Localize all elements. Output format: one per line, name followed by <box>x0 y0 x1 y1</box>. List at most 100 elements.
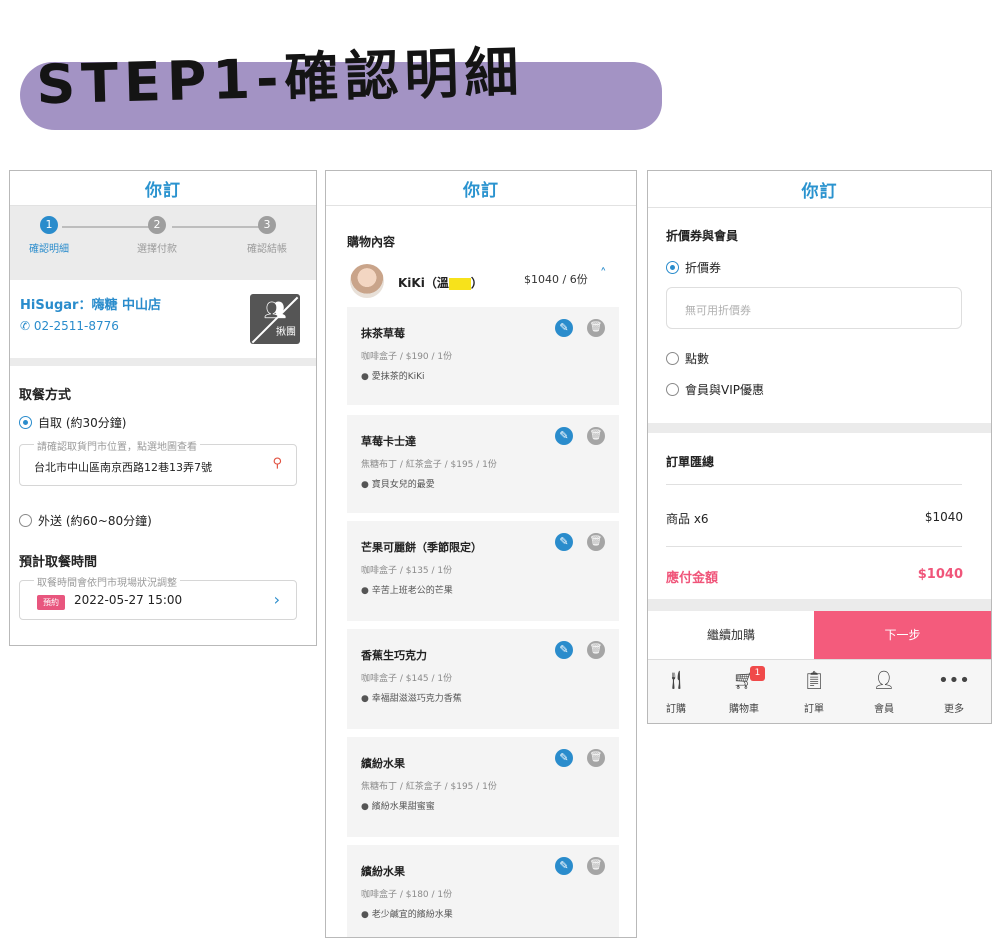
option-coupon-label: 折價券 <box>685 261 722 275</box>
tab-more[interactable]: ••• 更多 <box>924 670 984 715</box>
time-title: 預計取餐時間 <box>19 555 98 570</box>
utensils-icon: 🍴︎ <box>664 670 688 691</box>
store-info: HiSugar：嗨糖 中山店 ✆ 02-2511-8776 👥︎ 揪團 <box>10 280 316 358</box>
item-note: ● 辛苦上班老公的芒果 <box>361 586 453 596</box>
divider <box>666 484 962 485</box>
store-phone: 02-2511-8776 <box>33 319 119 333</box>
item-note: ● 幸福甜滋滋巧克力香蕉 <box>361 694 462 704</box>
avatar <box>350 264 384 298</box>
tab-more-label: 更多 <box>944 704 964 715</box>
more-icon: ••• <box>938 670 970 691</box>
option-vip[interactable]: 會員與VIP優惠 <box>666 381 764 398</box>
item-note-text: 幸福甜滋滋巧克力香蕉 <box>371 694 462 704</box>
chevron-right-icon: › <box>273 590 280 609</box>
phone-confirm-details: 你訂 1 確認明細 2 選擇付款 3 確認結帳 HiSugar：嗨糖 中山店 ✆… <box>9 170 317 646</box>
step-2-number: 2 <box>148 216 166 234</box>
coupon-input[interactable]: 無可用折價券 <box>666 287 962 329</box>
trash-icon[interactable]: 🗑︎ <box>587 857 605 875</box>
pencil-icon[interactable]: ✎ <box>555 641 573 659</box>
step-1: 1 確認明細 <box>14 216 84 255</box>
pencil-icon[interactable]: ✎ <box>555 427 573 445</box>
tab-order[interactable]: 🍴︎ 訂購 <box>648 670 706 715</box>
item-name: 抹茶草莓 <box>361 327 405 340</box>
divider <box>648 599 991 611</box>
step-3-label: 確認結帳 <box>247 244 287 255</box>
step-indicator: 1 確認明細 2 選擇付款 3 確認結帳 <box>10 206 316 280</box>
cart-user-name: KiKi（溫 <box>398 276 449 290</box>
pencil-icon[interactable]: ✎ <box>555 749 573 767</box>
address-value: 台北市中山區南京西路12巷13弄7號 <box>34 461 212 474</box>
item-note-text: 繽紛水果甜蜜蜜 <box>371 802 435 812</box>
clipboard-icon: 📋︎ <box>802 670 826 691</box>
item-desc: 焦糖布丁 / 紅茶盒子 / $195 / 1份 <box>361 782 497 792</box>
next-step-button[interactable]: 下一步 <box>814 611 991 659</box>
app-header: 你訂 <box>326 171 636 206</box>
item-note: ● 愛抹茶的KiKi <box>361 372 425 382</box>
option-vip-label: 會員與VIP優惠 <box>685 383 764 397</box>
item-desc: 咖啡盒子 / $190 / 1份 <box>361 352 453 362</box>
radio-unselected-icon[interactable] <box>19 514 32 527</box>
item-desc: 咖啡盒子 / $135 / 1份 <box>361 566 453 576</box>
app-header: 你訂 <box>648 171 991 208</box>
option-self-pickup-label: 自取 (約30分鐘) <box>38 416 127 430</box>
pickup-section: 取餐方式 自取 (約30分鐘) 請確認取貨門市位置，點選地圖查看 台北市中山區南… <box>10 366 316 645</box>
divider <box>648 423 991 433</box>
item-name: 繽紛水果 <box>361 865 405 878</box>
tab-member[interactable]: 👤︎ 會員 <box>854 670 914 715</box>
items-count: 商品 x6 <box>666 512 709 526</box>
coupon-title: 折價券與會員 <box>666 229 739 243</box>
pickup-time-field[interactable]: 取餐時間會依門市現場狀況調整 預約 2022-05-27 15:00 › <box>19 574 297 620</box>
pickup-time-value: 2022-05-27 15:00 <box>74 593 183 607</box>
pencil-icon[interactable]: ✎ <box>555 533 573 551</box>
pencil-icon[interactable]: ✎ <box>555 319 573 337</box>
radio-unselected-icon[interactable] <box>666 383 679 396</box>
brand-logo: 你訂 <box>145 180 181 201</box>
option-coupon[interactable]: 折價券 <box>666 259 721 276</box>
trash-icon[interactable]: 🗑︎ <box>587 319 605 337</box>
user-icon: 👤︎ <box>872 670 896 691</box>
step-1-label: 確認明細 <box>29 244 69 255</box>
option-points[interactable]: 點數 <box>666 350 709 367</box>
brand-logo: 你訂 <box>463 180 499 201</box>
pencil-icon[interactable]: ✎ <box>555 857 573 875</box>
divider <box>666 546 962 547</box>
total-label: 應付金額 <box>666 571 719 586</box>
pickup-title: 取餐方式 <box>19 388 72 403</box>
step-1-number: 1 <box>40 216 58 234</box>
radio-selected-icon[interactable] <box>666 261 679 274</box>
bottom-tab-bar: 🍴︎ 訂購 🛒︎ 1 購物車 📋︎ 訂單 👤︎ 會員 ••• 更多 <box>648 659 991 723</box>
item-note-text: 愛抹茶的KiKi <box>371 372 425 382</box>
continue-shopping-button[interactable]: 繼續加購 <box>648 611 814 659</box>
trash-icon[interactable]: 🗑︎ <box>587 533 605 551</box>
item-name: 芒果可麗餅（季節限定） <box>361 541 482 554</box>
radio-selected-icon[interactable] <box>19 416 32 429</box>
trash-icon[interactable]: 🗑︎ <box>587 427 605 445</box>
item-note-text: 辛苦上班老公的芒果 <box>371 586 453 596</box>
tab-orders[interactable]: 📋︎ 訂單 <box>784 670 844 715</box>
group-order-button[interactable]: 👥︎ 揪團 <box>250 294 300 344</box>
trash-icon[interactable]: 🗑︎ <box>587 641 605 659</box>
total-amount: $1040 <box>917 567 963 582</box>
tab-orders-label: 訂單 <box>804 704 824 715</box>
option-delivery[interactable]: 外送 (約60~80分鐘) <box>19 512 152 529</box>
item-note: ● 繽紛水果甜蜜蜜 <box>361 802 435 812</box>
trash-icon[interactable]: 🗑︎ <box>587 749 605 767</box>
step-3: 3 確認結帳 <box>232 216 302 255</box>
address-field[interactable]: 請確認取貨門市位置，點選地圖查看 台北市中山區南京西路12巷13弄7號 ⚲ <box>19 438 297 486</box>
item-note-text: 寶貝女兒的最愛 <box>371 480 435 490</box>
item-name: 草莓卡士達 <box>361 435 416 448</box>
page-title: STEP1-確認明細 <box>35 40 526 117</box>
cart-item: 草莓卡士達 焦糖布丁 / 紅茶盒子 / $195 / 1份 ● 寶貝女兒的最愛 … <box>347 415 619 513</box>
cart-user: KiKi（溫 ） <box>398 274 483 291</box>
item-name: 香蕉生巧克力 <box>361 649 427 662</box>
divider <box>10 358 316 366</box>
tab-cart-label: 購物車 <box>729 704 759 715</box>
radio-unselected-icon[interactable] <box>666 352 679 365</box>
map-pin-icon[interactable]: ⚲ <box>272 456 282 471</box>
cart-item: 繽紛水果 焦糖布丁 / 紅茶盒子 / $195 / 1份 ● 繽紛水果甜蜜蜜 ✎… <box>347 737 619 837</box>
phone-icon: ✆ <box>20 319 31 333</box>
option-self-pickup[interactable]: 自取 (約30分鐘) <box>19 414 126 431</box>
chevron-up-icon[interactable]: ˄ <box>600 267 607 282</box>
tab-cart[interactable]: 🛒︎ 1 購物車 <box>714 666 774 715</box>
item-desc: 咖啡盒子 / $180 / 1份 <box>361 890 453 900</box>
